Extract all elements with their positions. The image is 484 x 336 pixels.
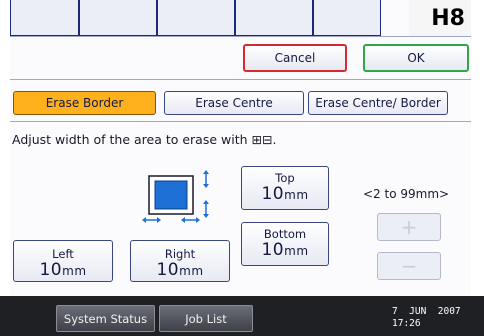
cancel-button[interactable]: Cancel — [243, 44, 347, 72]
erase-centre-border-button[interactable]: Erase Centre/ Border — [308, 91, 448, 115]
modes-divider — [10, 121, 471, 122]
instruction-text: Adjust width of the area to erase with ⊞… — [12, 132, 277, 147]
system-status-button[interactable]: System Status — [56, 305, 155, 332]
top-tab-3[interactable] — [157, 0, 235, 36]
bottom-value: 10 — [261, 240, 285, 260]
screen-id-label: H8 — [409, 0, 471, 36]
bottom-unit: mm — [284, 244, 309, 258]
left-label: Left — [52, 247, 74, 261]
border-preview-diagram — [140, 170, 220, 224]
top-tab-2[interactable] — [79, 0, 157, 36]
top-unit: mm — [284, 188, 309, 202]
top-value: 10 — [261, 184, 285, 204]
erase-centre-button[interactable]: Erase Centre — [164, 91, 304, 115]
date-readout: 7 JUN 2007 — [392, 306, 461, 317]
bottom-margin-button[interactable]: Bottom 10mm — [241, 222, 329, 266]
status-bar: System Status Job List 7 JUN 2007 17:26 — [0, 296, 484, 336]
job-list-button[interactable]: Job List — [159, 305, 253, 332]
right-margin-button[interactable]: Right 10mm — [130, 240, 230, 282]
right-value: 10 — [156, 260, 180, 280]
border-preview-icon — [142, 170, 209, 223]
device-bezel-left — [0, 0, 10, 336]
right-unit: mm — [179, 264, 204, 278]
top-tab-1[interactable] — [10, 0, 79, 36]
bottom-label: Bottom — [263, 227, 307, 241]
top-tab-5[interactable] — [313, 0, 381, 36]
actions-divider — [10, 79, 471, 80]
ok-button[interactable]: OK — [363, 44, 469, 72]
top-label: Top — [275, 171, 295, 185]
left-value-display: 10mm — [14, 261, 112, 280]
left-value: 10 — [39, 260, 63, 280]
decrease-button[interactable]: − — [377, 252, 441, 280]
bottom-value-display: 10mm — [242, 241, 328, 260]
increase-button[interactable]: + — [377, 213, 441, 241]
right-value-display: 10mm — [131, 261, 229, 280]
header-divider — [10, 36, 471, 37]
time-readout: 17:26 — [392, 318, 421, 329]
top-value-display: 10mm — [242, 185, 328, 204]
left-margin-button[interactable]: Left 10mm — [13, 240, 113, 282]
range-hint: <2 to 99mm> — [363, 187, 450, 201]
left-unit: mm — [62, 264, 87, 278]
top-tab-4[interactable] — [235, 0, 313, 36]
touch-panel-screen: H8 Cancel OK Erase Border Erase Centre E… — [10, 0, 471, 296]
right-label: Right — [164, 247, 196, 261]
erase-border-button[interactable]: Erase Border — [13, 91, 156, 115]
top-margin-button[interactable]: Top 10mm — [241, 166, 329, 210]
